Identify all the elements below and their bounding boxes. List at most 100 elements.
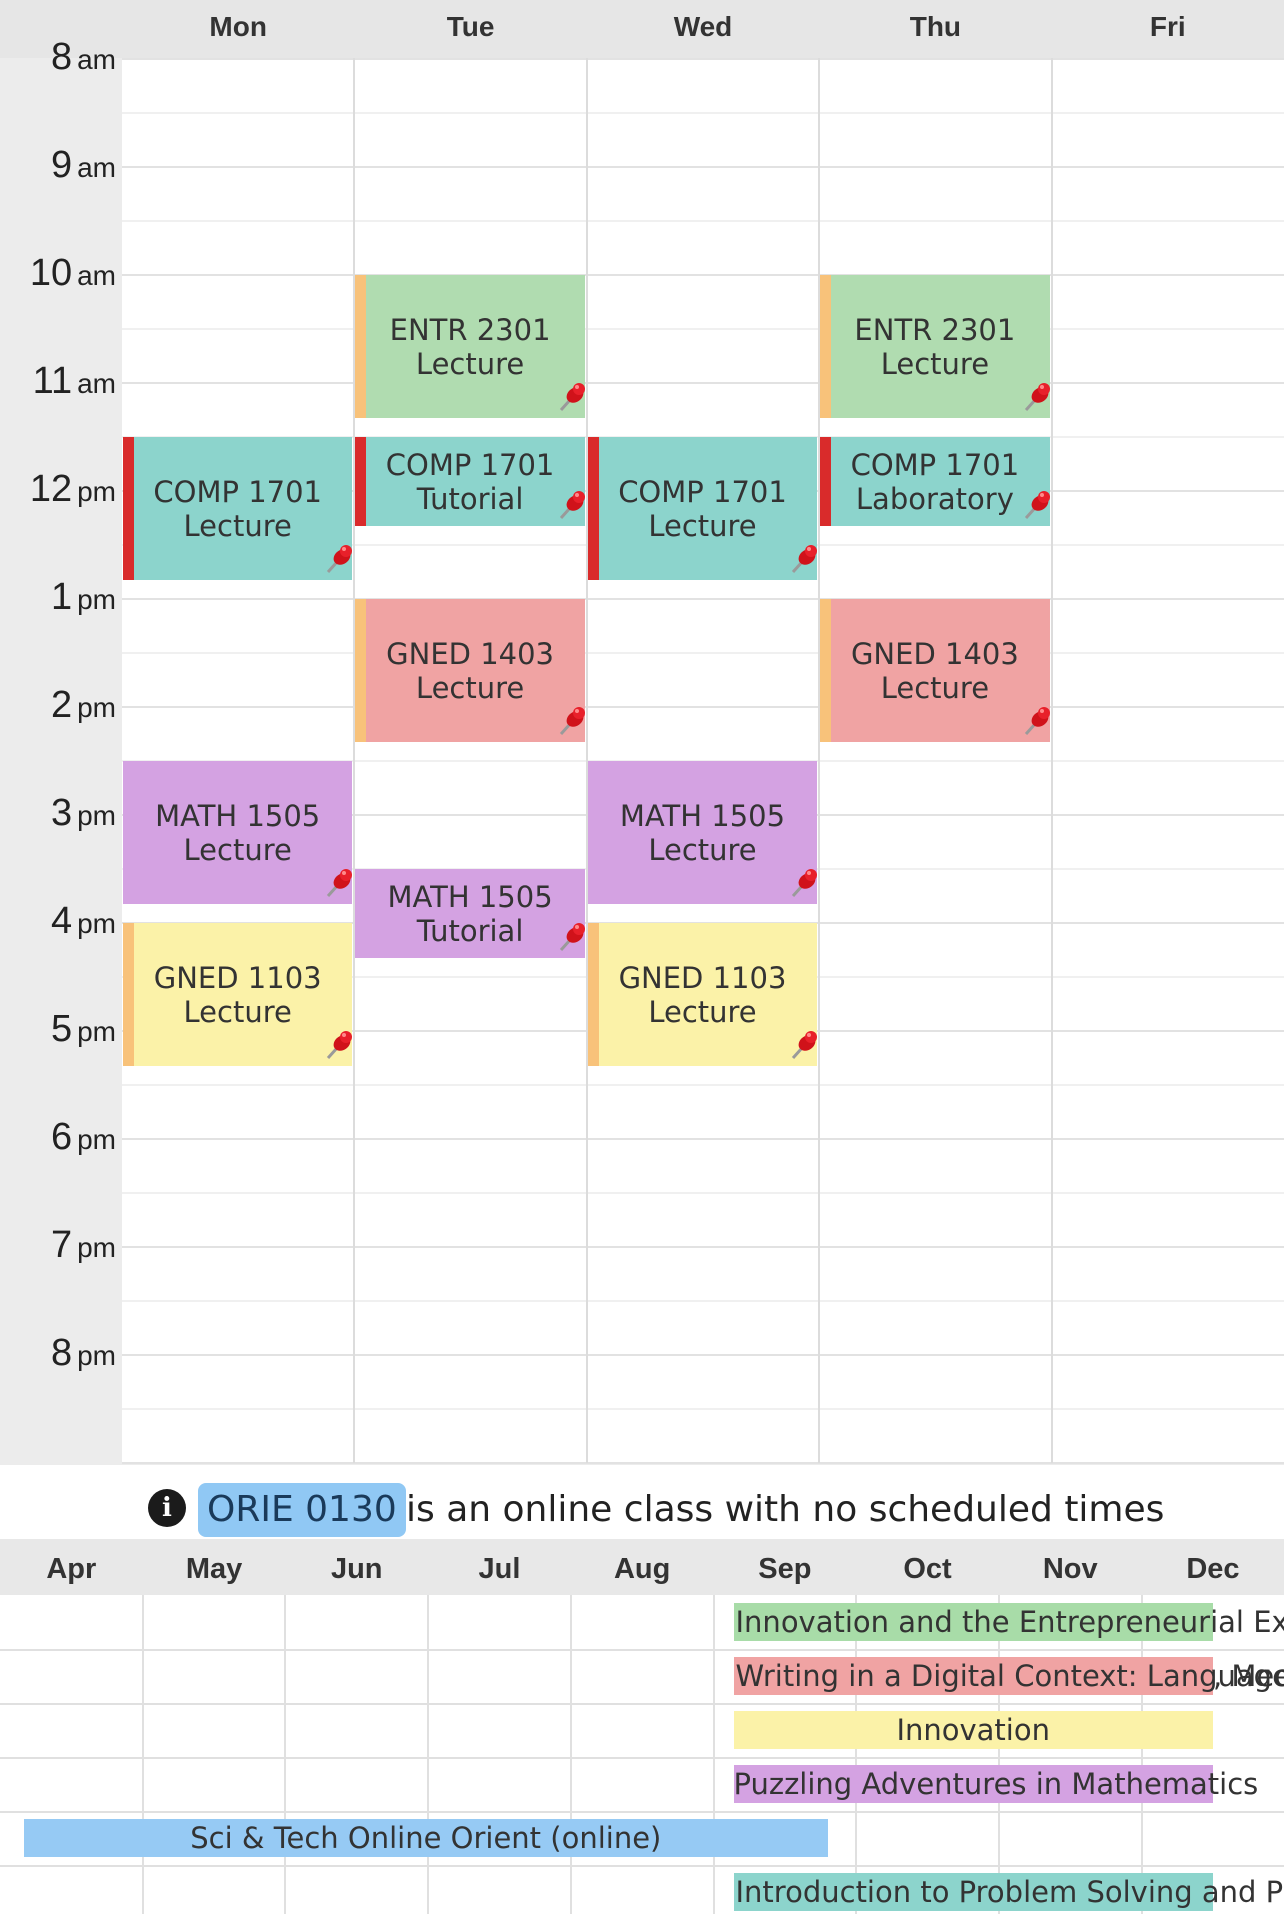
- time-label-ampm: pm: [77, 800, 116, 831]
- event-comp-1701-lecture-wed[interactable]: COMP 1701 Lecture: [587, 437, 818, 580]
- time-label-hour: 12: [29, 468, 73, 510]
- time-label-ampm: pm: [77, 1124, 116, 1155]
- event-color-bar: [355, 437, 367, 526]
- event-comp-1701-laboratory-thu[interactable]: COMP 1701 Laboratory: [820, 437, 1050, 526]
- event-color-bar: [123, 437, 134, 580]
- event-gned-1103-lecture-wed[interactable]: GNED 1103 Lecture: [587, 923, 818, 1066]
- timeline-hline: [0, 1811, 1284, 1813]
- pushpin-icon[interactable]: [787, 866, 821, 900]
- event-color-bar: [820, 275, 832, 418]
- event-comp-1701-tutorial-tue[interactable]: COMP 1701 Tutorial: [355, 437, 585, 526]
- month-aug: Aug: [613, 1553, 671, 1585]
- pushpin-icon[interactable]: [555, 704, 589, 738]
- timeline-bar-0[interactable]: Innovation and the Entrepreneurial Exper…: [733, 1603, 1284, 1641]
- grid-hline: [122, 1138, 1284, 1140]
- time-label-ampm: pm: [77, 1340, 116, 1371]
- timeline-bar-3[interactable]: Puzzling Adventures in Mathematics: [733, 1765, 1258, 1803]
- time-label: 11 am: [0, 360, 116, 403]
- event-color-bar: [820, 599, 832, 742]
- month-may: May: [185, 1553, 243, 1585]
- timeline-bar-5[interactable]: Introduction to Problem Solving and Prog…: [733, 1873, 1284, 1911]
- grid-hline: [122, 112, 1284, 114]
- event-course-code: MATH 1505: [155, 798, 321, 833]
- event-math-1505-lecture-mon[interactable]: MATH 1505 Lecture: [123, 761, 353, 904]
- pushpin-icon[interactable]: [1020, 488, 1054, 522]
- timeline-bar-4[interactable]: Sci & Tech Online Orient (online): [24, 1819, 828, 1857]
- pushpin-icon[interactable]: [787, 542, 821, 576]
- day-header-mon: Mon: [122, 0, 355, 58]
- day-header-thu: Thu: [819, 0, 1052, 58]
- timeline-hline: [0, 1865, 1284, 1867]
- time-label: 7 pm: [0, 1224, 116, 1267]
- grid-hline: [122, 598, 1284, 600]
- month-jul: Jul: [478, 1553, 521, 1585]
- pushpin-icon[interactable]: [322, 866, 356, 900]
- pushpin-icon[interactable]: [1020, 380, 1054, 414]
- month-jun: Jun: [330, 1553, 383, 1585]
- time-label: 8 pm: [0, 1332, 116, 1375]
- event-gned-1403-lecture-tue[interactable]: GNED 1403 Lecture: [355, 599, 585, 742]
- event-math-1505-tutorial-tue[interactable]: MATH 1505 Tutorial: [355, 869, 585, 958]
- time-label-ampm: pm: [77, 584, 116, 615]
- event-course-code: COMP 1701: [153, 474, 322, 509]
- timeline-bar-2[interactable]: Innovation: [733, 1711, 1213, 1749]
- time-label: 1 pm: [0, 576, 116, 619]
- event-type: Laboratory: [855, 481, 1014, 516]
- month-sep: Sep: [758, 1553, 812, 1585]
- grid-hline: [122, 706, 1284, 708]
- pushpin-icon[interactable]: [787, 1028, 821, 1062]
- event-gned-1403-lecture-thu[interactable]: GNED 1403 Lecture: [820, 599, 1050, 742]
- time-label-hour: 3: [50, 792, 73, 834]
- month-header-row: Apr May Jun Jul Aug Sep Oct Nov Dec: [0, 1539, 1284, 1595]
- pushpin-icon[interactable]: [555, 380, 589, 414]
- event-comp-1701-lecture-mon[interactable]: COMP 1701 Lecture: [123, 437, 353, 580]
- time-label-ampm: am: [77, 260, 116, 291]
- time-label-hour: 4: [50, 900, 73, 942]
- event-entr-2301-lecture-tue[interactable]: ENTR 2301 Lecture: [355, 275, 585, 418]
- grid-hline: [122, 382, 1284, 384]
- pushpin-icon[interactable]: [322, 542, 356, 576]
- event-gned-1103-lecture-mon[interactable]: GNED 1103 Lecture: [123, 923, 353, 1066]
- grid-hline: [122, 1354, 1284, 1356]
- time-label-ampm: pm: [77, 908, 116, 939]
- pushpin-icon[interactable]: [1020, 704, 1054, 738]
- event-type: Lecture: [648, 832, 757, 867]
- schedule-grid[interactable]: ENTR 2301 Lecture ENTR 2301 Lecture COMP 170…: [122, 58, 1284, 1464]
- grid-hline: [122, 652, 1284, 654]
- event-color-bar: [587, 923, 599, 1066]
- grid-hline: [122, 328, 1284, 330]
- event-type: Lecture: [183, 994, 292, 1029]
- event-type: Lecture: [880, 670, 990, 705]
- term-timeline: Apr May Jun Jul Aug Sep Oct Nov Dec Innovation a…: [0, 1539, 1284, 1914]
- time-label-hour: 8: [50, 1332, 73, 1374]
- grid-hline: [122, 1192, 1284, 1194]
- timeline-hline: [0, 1703, 1284, 1705]
- time-label: 12 pm: [0, 468, 116, 511]
- time-label-ampm: pm: [77, 1016, 116, 1047]
- event-entr-2301-lecture-thu[interactable]: ENTR 2301 Lecture: [820, 275, 1050, 418]
- event-color-bar: [355, 599, 367, 742]
- event-math-1505-lecture-wed[interactable]: MATH 1505 Lecture: [587, 761, 818, 904]
- pushpin-icon[interactable]: [322, 1028, 356, 1062]
- event-type: Lecture: [648, 994, 757, 1029]
- event-color-bar: [355, 275, 367, 418]
- grid-hline: [122, 1300, 1284, 1302]
- online-course-chip[interactable]: ORIE 0130: [198, 1483, 406, 1537]
- pushpin-icon[interactable]: [555, 488, 589, 522]
- pushpin-icon[interactable]: [555, 920, 589, 954]
- timeline-bar-1[interactable]: Writing in a Digital Context: Language: [733, 1657, 1284, 1695]
- event-type: Lecture: [415, 346, 525, 381]
- event-course-code: MATH 1505: [619, 798, 786, 833]
- timeline-hline: [0, 1757, 1284, 1759]
- month-nov: Nov: [1042, 1553, 1098, 1585]
- time-label-hour: 8: [50, 36, 73, 78]
- grid-hline: [122, 274, 1284, 276]
- day-header-wed: Wed: [586, 0, 820, 58]
- event-course-code: GNED 1103: [153, 960, 322, 995]
- time-label-ampm: pm: [77, 476, 116, 507]
- grid-hline: [122, 1462, 1284, 1464]
- month-apr: Apr: [46, 1553, 97, 1585]
- event-course-code: GNED 1403: [386, 636, 554, 671]
- month-dec: Dec: [1186, 1553, 1240, 1585]
- event-course-code: GNED 1103: [618, 960, 787, 995]
